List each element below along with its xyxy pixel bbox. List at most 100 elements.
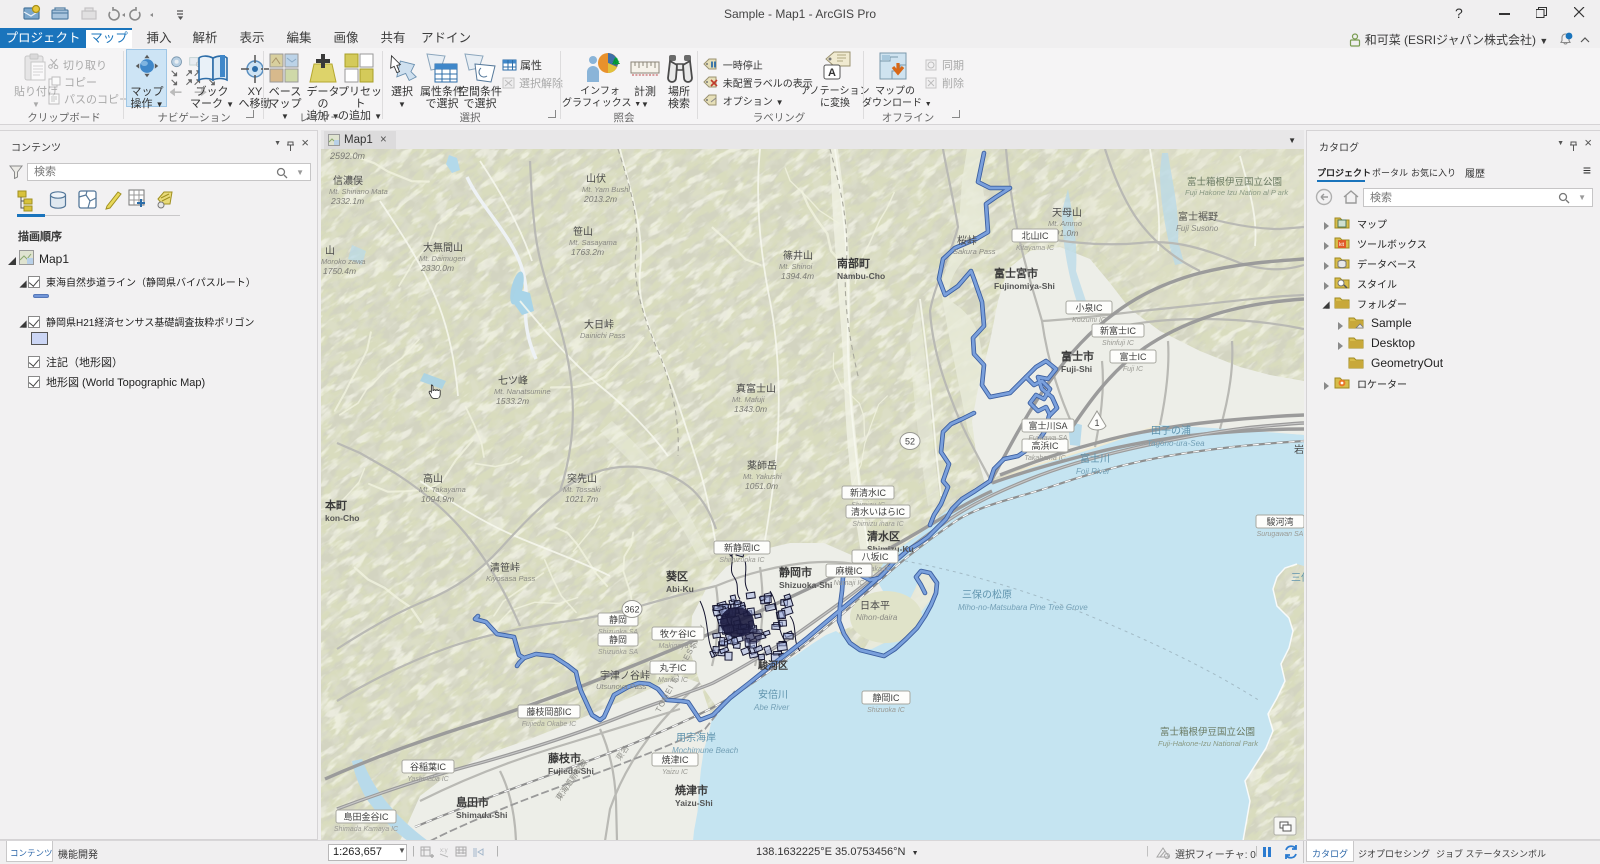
svg-text:麻機IC: 麻機IC (835, 565, 863, 576)
svg-text:Miho-no-Matsubara Pine Tree Gr: Miho-no-Matsubara Pine Tree Grove (958, 603, 1088, 612)
svg-text:2592.0m: 2592.0m (329, 151, 366, 161)
svg-text:Fujieda Okabe IC: Fujieda Okabe IC (522, 721, 577, 728)
svg-text:2332.1m: 2332.1m (330, 196, 364, 206)
svg-text:宇津ノ谷峠: 宇津ノ谷峠 (600, 669, 650, 682)
svg-text:藤枝市: 藤枝市 (548, 751, 581, 765)
svg-text:桜峠: 桜峠 (957, 234, 977, 247)
svg-text:Shimizu ihara IC: Shimizu ihara IC (852, 521, 904, 528)
svg-text:Kiyosasa Pass: Kiyosasa Pass (486, 574, 535, 583)
svg-text:用宗海岸: 用宗海岸 (676, 731, 716, 744)
svg-text:信濃俣: 信濃俣 (333, 174, 363, 187)
svg-text:薬師岳: 薬師岳 (747, 459, 777, 472)
svg-text:富士川SA: 富士川SA (1028, 420, 1067, 431)
svg-text:Shizuoka IC: Shizuoka IC (867, 707, 906, 714)
svg-text:小泉IC: 小泉IC (1075, 302, 1103, 313)
svg-text:笹山: 笹山 (573, 225, 593, 238)
svg-text:1533.2m: 1533.2m (496, 396, 529, 406)
svg-text:Fuji-Shi: Fuji-Shi (1061, 364, 1092, 374)
svg-text:Shimada Kamaya IC: Shimada Kamaya IC (334, 826, 399, 833)
svg-text:三保の: 三保の (1291, 571, 1304, 584)
svg-text:田子の浦: 田子の浦 (1151, 424, 1191, 437)
svg-text:富士箱根伊豆国立公園: 富士箱根伊豆国立公園 (1160, 726, 1255, 738)
svg-text:1763.2m: 1763.2m (571, 247, 604, 257)
svg-text:Mt. Sasayama: Mt. Sasayama (569, 238, 617, 247)
svg-text:高山: 高山 (423, 472, 443, 485)
svg-text:Shizuoka-Shi: Shizuoka-Shi (779, 580, 832, 590)
svg-text:Mt. Ammo: Mt. Ammo (1048, 219, 1082, 228)
svg-text:富士裾野: 富士裾野 (1178, 210, 1218, 223)
svg-text:Mt. Shinoi: Mt. Shinoi (779, 262, 813, 271)
svg-text:Fuji Susono: Fuji Susono (1176, 224, 1219, 233)
svg-text:Mt. Yam Bushi: Mt. Yam Bushi (582, 185, 630, 194)
svg-text:Mariko IC: Mariko IC (658, 677, 689, 684)
svg-text:藤枝岡部IC: 藤枝岡部IC (526, 706, 572, 717)
svg-text:八坂IC: 八坂IC (861, 552, 889, 562)
svg-text:焼津市: 焼津市 (675, 783, 708, 797)
svg-text:大日峠: 大日峠 (584, 318, 614, 331)
svg-text:静岡市: 静岡市 (779, 565, 812, 579)
svg-text:突先山: 突先山 (567, 472, 597, 485)
svg-text:52: 52 (905, 437, 915, 447)
svg-text:🌲: 🌲 (611, 56, 620, 66)
svg-text:Mt. Mafuji: Mt. Mafuji (732, 395, 765, 404)
svg-text:富士箱根伊豆国立公園: 富士箱根伊豆国立公園 (1187, 176, 1282, 188)
svg-text:Nambu-Cho: Nambu-Cho (837, 271, 885, 281)
svg-text:kon-Cho: kon-Cho (325, 513, 359, 523)
svg-text:1394.4m: 1394.4m (781, 271, 814, 281)
svg-text:駿河区: 駿河区 (758, 659, 788, 672)
svg-text:岩本: 岩本 (1294, 443, 1304, 456)
svg-text:1: 1 (1094, 418, 1099, 428)
svg-text:Shimizuoka IC: Shimizuoka IC (719, 557, 765, 564)
svg-text:焼津IC: 焼津IC (661, 755, 689, 765)
svg-text:Abi-Ku: Abi-Ku (666, 584, 694, 594)
svg-text:三保の松原: 三保の松原 (962, 588, 1012, 601)
svg-text:Fuji IC: Fuji IC (1123, 366, 1144, 373)
svg-text:駿河湾: 駿河湾 (1266, 516, 1293, 527)
svg-text:富士川: 富士川 (1080, 452, 1110, 465)
svg-text:山伏: 山伏 (586, 172, 606, 185)
svg-text:Numaji IC: Numaji IC (834, 580, 866, 587)
svg-text:Foji River: Foji River (1076, 467, 1110, 476)
svg-text:静岡: 静岡 (609, 614, 627, 625)
svg-text:七ツ峰: 七ツ峰 (498, 375, 528, 387)
svg-text:kit: kit (1339, 242, 1345, 248)
svg-text:葵区: 葵区 (665, 569, 688, 583)
svg-text:南部町: 南部町 (837, 256, 870, 270)
svg-text:Shizuoka SA: Shizuoka SA (598, 649, 638, 656)
svg-text:Fuji Hakone Izu Nation al P a: Fuji Hakone Izu Nation al P ark (1185, 188, 1289, 197)
svg-text:富士IC: 富士IC (1119, 351, 1147, 362)
svg-text:x:y: x:y (440, 848, 448, 854)
svg-text:Mt. Tossaki: Mt. Tossaki (563, 485, 601, 494)
svg-text:1094.9m: 1094.9m (421, 494, 454, 504)
svg-text:新静岡IC: 新静岡IC (724, 542, 761, 553)
svg-text:Tagono-ura-Sea: Tagono-ura-Sea (1147, 439, 1205, 448)
svg-text:1021.7m: 1021.7m (565, 494, 598, 504)
svg-text:1750.4m: 1750.4m (323, 266, 356, 276)
svg-text:Yaizu-Shi: Yaizu-Shi (675, 798, 713, 808)
svg-text:Takahama IC: Takahama IC (1024, 455, 1066, 462)
svg-text:本町: 本町 (325, 498, 347, 512)
svg-text:Mt. Shinano Mata: Mt. Shinano Mata (329, 187, 388, 196)
svg-text:静岡: 静岡 (609, 634, 627, 645)
svg-text:牧ケ谷IC: 牧ケ谷IC (660, 628, 697, 639)
svg-text:日本平: 日本平 (860, 599, 890, 612)
svg-text:1051.0m: 1051.0m (745, 481, 778, 491)
svg-text:Moroko zawa: Moroko zawa (321, 257, 366, 266)
svg-text:Dainichi Pass: Dainichi Pass (580, 331, 626, 340)
svg-text:天母山: 天母山 (1052, 207, 1082, 219)
svg-text:Mt. Nanatsumine: Mt. Nanatsumine (494, 387, 551, 396)
svg-text:清笹峠: 清笹峠 (490, 561, 520, 574)
svg-text:真富士山: 真富士山 (736, 382, 776, 395)
svg-text:清水区: 清水区 (867, 529, 900, 543)
svg-text:Makigaya IC: Makigaya IC (659, 643, 699, 650)
svg-text:篠井山: 篠井山 (783, 249, 813, 262)
svg-text:北山IC: 北山IC (1021, 231, 1049, 241)
svg-text:Yashinaba IC: Yashinaba IC (407, 776, 449, 783)
svg-text:Mt. Yakushi: Mt. Yakushi (743, 472, 782, 481)
svg-text:新清水IC: 新清水IC (850, 487, 887, 498)
svg-text:Surugawan SA: Surugawan SA (1257, 531, 1304, 538)
svg-text:安倍川: 安倍川 (758, 688, 788, 701)
svg-text:谷稲葉IC: 谷稲葉IC (410, 761, 447, 772)
svg-text:Kitayama IC: Kitayama IC (1016, 245, 1055, 252)
svg-text:Abe River: Abe River (753, 703, 789, 712)
